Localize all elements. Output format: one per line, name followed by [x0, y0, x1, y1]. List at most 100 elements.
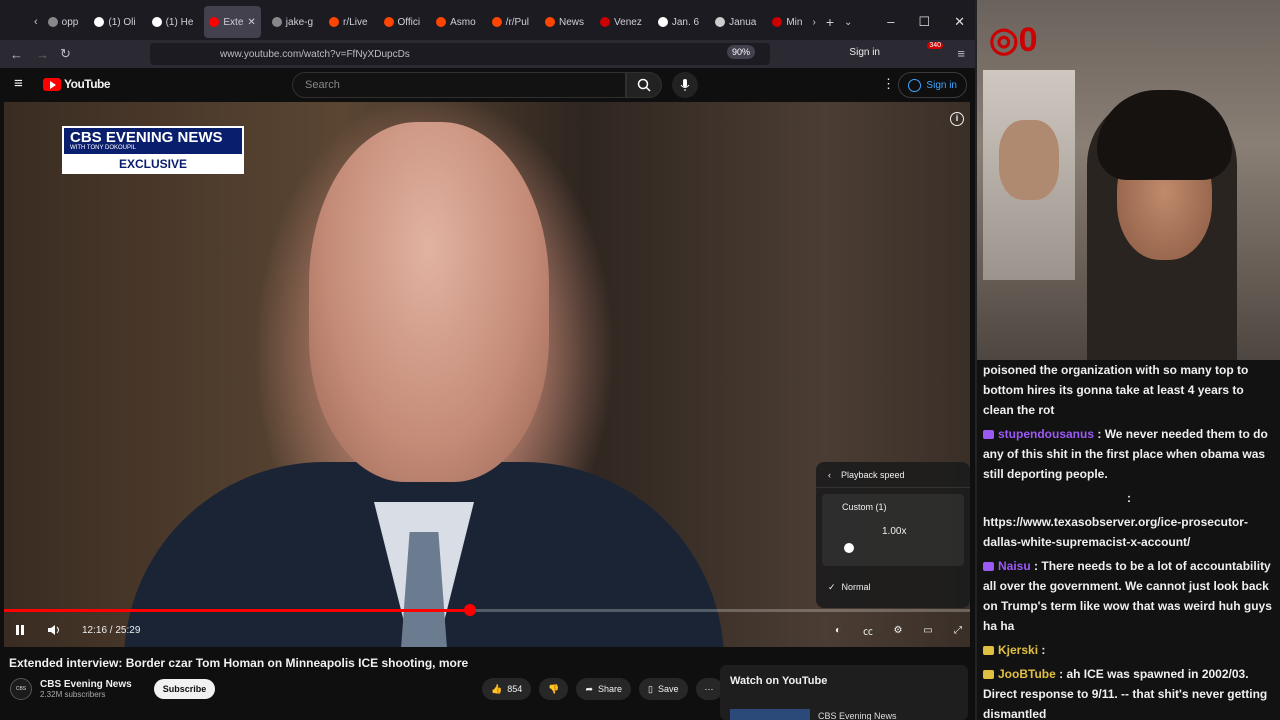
normal-speed-option[interactable]: ✓ Normal: [828, 582, 871, 593]
browser-tab[interactable]: Janua: [710, 6, 761, 38]
pause-icon[interactable]: [8, 618, 32, 642]
custom-speed-value: 1.00x: [882, 526, 907, 537]
theater-mode-icon[interactable]: ▭: [916, 618, 940, 642]
browser-tab[interactable]: r/Live: [324, 6, 372, 38]
time-display: 12:16 / 25:29: [82, 624, 141, 636]
tab-favicon-icon: [151, 17, 162, 27]
browser-tab[interactable]: /r/Pul: [487, 6, 534, 38]
tab-favicon-icon: [491, 17, 502, 27]
browser-tab[interactable]: Exte ✕: [204, 6, 261, 38]
webcam-feed: ◎0: [977, 0, 1280, 360]
chat-message: https://www.texasobserver.org/ice-prosec…: [983, 512, 1275, 552]
tab-overflow-icon[interactable]: ⌄: [839, 6, 857, 38]
chat-badge-icon: [983, 646, 994, 656]
forward-icon[interactable]: →: [36, 47, 49, 62]
chat-username[interactable]: stupendousanus: [998, 427, 1094, 441]
search-icon: [637, 78, 651, 92]
browser-tab[interactable]: (1) He: [147, 6, 199, 38]
dislike-button[interactable]: 👎: [539, 678, 569, 700]
browser-tab[interactable]: opp: [43, 6, 84, 38]
cbs-logo-exclusive: EXCLUSIVE: [118, 157, 187, 171]
settings-gear-icon[interactable]: ⚙: [886, 618, 910, 642]
browser-tab[interactable]: Min: [767, 6, 807, 38]
tabs-scroll-right-icon[interactable]: ›: [807, 6, 820, 38]
minimize-icon[interactable]: –: [887, 14, 894, 30]
watch-on-youtube-card[interactable]: Watch on YouTube CBS Evening News: [720, 665, 968, 720]
chat-text: :: [1127, 491, 1131, 505]
hamburger-icon[interactable]: ≡: [14, 75, 23, 92]
chat-badge-icon: [983, 562, 994, 572]
more-actions-button[interactable]: ⋯: [695, 678, 723, 700]
browser-tab[interactable]: jake-g: [267, 6, 318, 38]
close-tab-icon[interactable]: ✕: [247, 17, 255, 28]
tab-label: Janua: [729, 16, 757, 28]
new-tab-icon[interactable]: +: [821, 6, 839, 38]
zoom-indicator[interactable]: 90%: [726, 45, 755, 59]
browser-tab[interactable]: Venez: [595, 6, 647, 38]
captions-icon[interactable]: ㏄: [856, 618, 880, 642]
browser-tab[interactable]: Asmo: [431, 6, 481, 38]
more-icon: ⋯: [704, 683, 714, 694]
more-options-icon[interactable]: ⋮: [882, 76, 895, 92]
channel-name[interactable]: CBS Evening News: [40, 679, 132, 690]
share-button[interactable]: ➦ Share: [576, 678, 632, 700]
tab-label: Offici: [397, 16, 421, 28]
tab-label: News: [559, 16, 585, 28]
speed-menu-header[interactable]: ‹ Playback speed: [816, 462, 970, 488]
browser-tab[interactable]: (1) Oli: [89, 6, 140, 38]
thumbs-down-icon: 👎: [548, 683, 560, 694]
back-chevron-icon[interactable]: ‹: [828, 470, 831, 480]
url-field[interactable]: www.youtube.com/watch?v=FfNyXDupcDs: [150, 43, 770, 65]
autoplay-toggle-icon[interactable]: ◐: [826, 618, 850, 642]
chat-text: https://www.texasobserver.org/ice-prosec…: [983, 515, 1248, 549]
url-text: www.youtube.com/watch?v=FfNyXDupcDs: [220, 48, 410, 60]
save-button[interactable]: ▯ Save: [639, 678, 688, 700]
stream-sidebar: ◎0 poisoned the organization with so man…: [975, 0, 1280, 720]
video-title: Extended interview: Border czar Tom Homa…: [9, 656, 469, 670]
custom-speed-option[interactable]: Custom (1) 1.00x: [822, 494, 964, 566]
volume-icon[interactable]: [42, 618, 66, 642]
youtube-signin-button[interactable]: Sign in: [898, 72, 967, 98]
close-window-icon[interactable]: ✕: [954, 14, 965, 30]
browser-tab[interactable]: News: [540, 6, 589, 38]
subscribe-button[interactable]: Subscribe: [153, 679, 216, 699]
tab-list-icon[interactable]: ‹: [0, 6, 43, 38]
browser-signin[interactable]: Sign in: [849, 47, 880, 58]
browser-tab[interactable]: Jan. 6: [653, 6, 704, 38]
youtube-wordmark: YouTube: [64, 77, 111, 91]
channel-avatar[interactable]: CBS: [10, 678, 32, 700]
custom-speed-label: Custom (1): [842, 502, 887, 512]
speed-slider-handle[interactable]: [844, 543, 854, 553]
voice-search-button[interactable]: [672, 72, 698, 98]
related-thumbnail[interactable]: [730, 709, 810, 720]
maximize-icon[interactable]: ☐: [918, 14, 930, 30]
tab-favicon-icon: [600, 17, 611, 27]
microphone-icon: [680, 79, 690, 91]
progress-scrubber[interactable]: [463, 604, 476, 616]
tab-favicon-icon: [383, 17, 394, 27]
account-icon: [908, 78, 922, 92]
search-input[interactable]: Search: [292, 72, 626, 98]
like-button[interactable]: 👍 854: [482, 678, 532, 700]
cbs-logo-title: CBS EVENING NEWS: [70, 129, 223, 146]
chat-message: :: [983, 488, 1275, 508]
fullscreen-icon[interactable]: ⤢: [946, 618, 970, 642]
progress-bar[interactable]: [4, 604, 970, 616]
back-icon[interactable]: ←: [10, 47, 23, 62]
chat-username[interactable]: JooBTube: [998, 667, 1056, 681]
search-button[interactable]: [626, 72, 662, 98]
window-controls: – ☐ ✕: [887, 14, 975, 30]
tab-label: Venez: [614, 16, 642, 28]
chat-username[interactable]: Kjerski: [998, 643, 1038, 657]
info-icon[interactable]: i: [950, 112, 964, 126]
playback-speed-menu: ‹ Playback speed Custom (1) 1.00x ✓ Norm…: [816, 462, 970, 608]
chat-username[interactable]: Naisu: [998, 559, 1031, 573]
reload-icon[interactable]: ↻: [60, 46, 71, 62]
chat-text: :: [1041, 643, 1046, 657]
tab-favicon-icon: [47, 17, 58, 27]
share-label: Share: [598, 684, 623, 694]
menu-icon[interactable]: ≡: [957, 46, 965, 61]
browser-tab[interactable]: Offici: [379, 6, 426, 38]
youtube-logo[interactable]: YouTube: [43, 77, 111, 91]
like-count: 854: [507, 684, 523, 694]
